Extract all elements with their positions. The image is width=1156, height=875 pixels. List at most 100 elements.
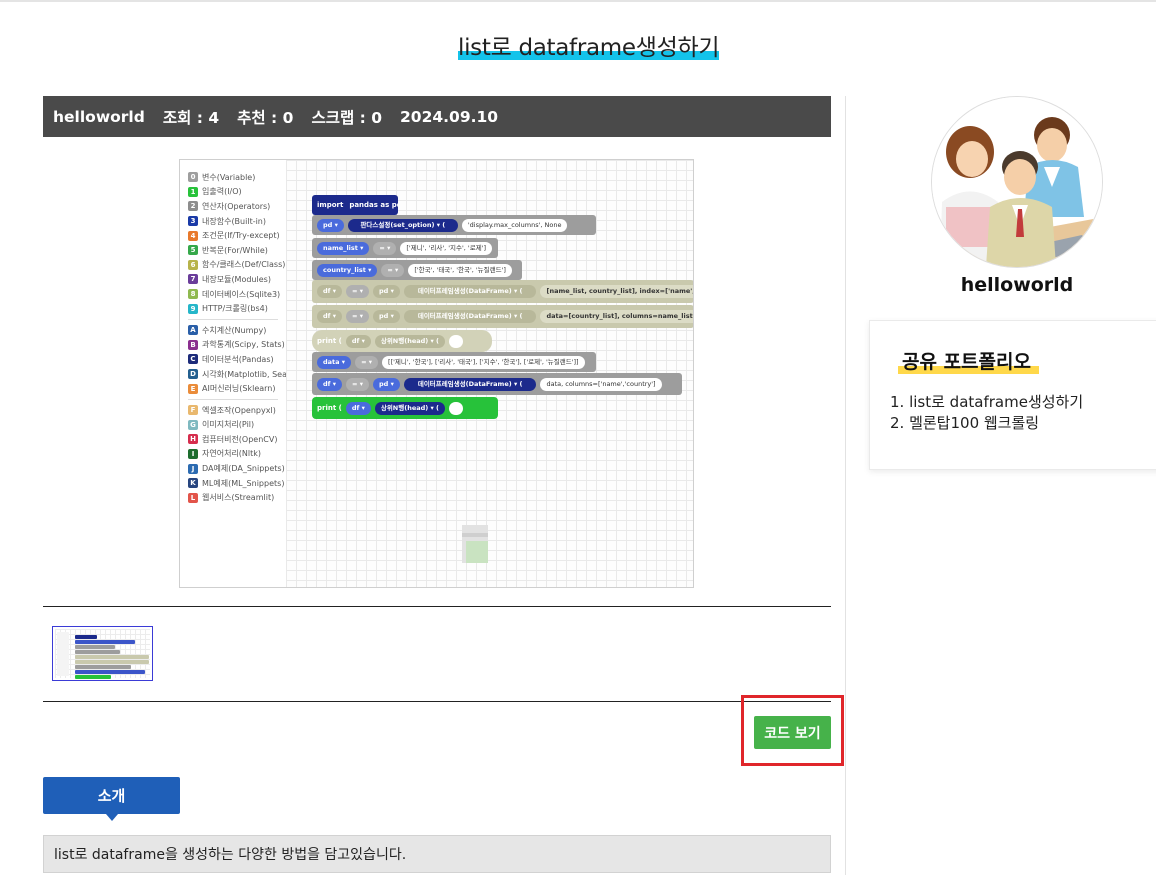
portfolio-title: 공유 포트폴리오 <box>898 347 1039 374</box>
block-category-item: 3 내장함수(Built-in) <box>188 214 286 229</box>
profile-username[interactable]: helloworld <box>931 274 1103 296</box>
intro-tab-pointer <box>106 814 118 821</box>
category-label: 함수/클래스(Def/Class) <box>202 260 286 270</box>
category-label: 엑셀조작(Openpyxl) <box>202 405 276 415</box>
divider-bottom <box>43 701 831 702</box>
block-print-disabled: print ( df ▾ 상위N행(head) ▾ ( <box>312 330 492 352</box>
category-badge-icon: D <box>188 369 198 380</box>
block-category-item: 6 함수/클래스(Def/Class) <box>188 258 286 273</box>
block-category-item: 7 내장모듈(Modules) <box>188 272 286 287</box>
image-thumbnail[interactable] <box>52 626 153 681</box>
category-label: 변수(Variable) <box>202 172 256 182</box>
category-badge-icon: I <box>188 448 198 459</box>
category-label: 내장함수(Built-in) <box>202 216 267 226</box>
category-badge-icon: J <box>188 463 198 474</box>
category-label: 컴퓨터비전(OpenCV) <box>202 434 278 444</box>
category-badge-icon: H <box>188 434 198 445</box>
column-divider <box>845 96 846 875</box>
category-label: 조건문(If/Try-except) <box>202 231 280 241</box>
divider-top <box>43 606 831 607</box>
block-category-item: J DA예제(DA_Snippets) <box>188 461 286 476</box>
intro-text: list로 dataframe을 생성하는 다양한 방법을 담고있습니다. <box>54 847 407 863</box>
category-label: 자연어처리(Nltk) <box>202 449 262 459</box>
category-label: 입출력(I/O) <box>202 187 242 197</box>
block-dataframe-1: df ▾ = ▾ pd ▾ 데이터프레임생성(DataFrame) ▾ ( [n… <box>312 280 693 303</box>
category-label: AI머신러닝(Sklearn) <box>202 384 276 394</box>
category-label: ML예제(ML_Snippets) <box>202 478 285 488</box>
post-likes: 추천 : 0 <box>237 108 294 127</box>
category-badge-icon: 5 <box>188 245 198 256</box>
category-badge-icon: B <box>188 339 198 350</box>
block-category-item: 5 반복문(For/While) <box>188 243 286 258</box>
category-badge-icon: A <box>188 325 198 336</box>
portfolio-item[interactable]: 1. list로 dataframe생성하기 <box>890 392 1083 413</box>
block-category-list: 0 변수(Variable) 1 입출력(I/O) 2 연산자(Operators) 3 내장… <box>180 160 308 587</box>
block-category-item: C 데이터분석(Pandas) <box>188 352 286 367</box>
post-column: helloworld 조회 : 4 추천 : 0 스크랩 : 0 2024.09… <box>43 96 831 137</box>
category-badge-icon: 8 <box>188 289 198 300</box>
intro-tab[interactable]: 소개 <box>43 777 180 821</box>
block-print: print ( df ▾ 상위N행(head) ▾ ( <box>312 397 498 419</box>
block-category-item: H 컴퓨터비전(OpenCV) <box>188 432 286 447</box>
category-badge-icon: 1 <box>188 186 198 197</box>
block-category-item: E AI머신러닝(Sklearn) <box>188 381 286 396</box>
category-badge-icon: 3 <box>188 216 198 227</box>
profile-avatar[interactable] <box>931 96 1103 268</box>
block-category-item: 4 조건문(If/Try-except) <box>188 228 286 243</box>
intro-text-box: list로 dataframe을 생성하는 다양한 방법을 담고있습니다. <box>43 835 831 873</box>
block-category-item: 1 입출력(I/O) <box>188 185 286 200</box>
category-label: HTTP/크롤링(bs4) <box>202 304 268 314</box>
block-category-item: D 시각화(Matplotlib, Seaborn) <box>188 367 308 382</box>
block-category-item: A 수치계산(Numpy) <box>188 323 286 338</box>
block-dataframe-3: df ▾ = ▾ pd ▾ 데이터프레임생성(DataFrame) ▾ ( da… <box>312 373 682 395</box>
block-category-item: G 이미지처리(Pil) <box>188 418 286 433</box>
post-author[interactable]: helloworld <box>53 108 145 126</box>
post-date: 2024.09.10 <box>400 107 499 126</box>
category-label: 연산자(Operators) <box>202 201 271 211</box>
category-label: 데이터분석(Pandas) <box>202 354 274 364</box>
category-badge-icon: 0 <box>188 172 198 183</box>
category-badge-icon: K <box>188 478 198 489</box>
category-badge-icon: C <box>188 354 198 365</box>
block-import: import pandas as pd ▾ <box>312 195 398 215</box>
block-data-list: data ▾ = ▾ [['제니', '한국'], ['리사', '태국'], … <box>312 352 596 372</box>
block-category-item: K ML예제(ML_Snippets) <box>188 476 286 491</box>
block-category-item: I 자연어처리(Nltk) <box>188 447 286 462</box>
block-code-image[interactable]: 0 변수(Variable) 1 입출력(I/O) 2 연산자(Operators) 3 내장… <box>179 159 694 588</box>
category-badge-icon: G <box>188 419 198 430</box>
portfolio-list: 1. list로 dataframe생성하기 2. 멜론탑100 웹크롤링 <box>890 392 1083 434</box>
category-label: DA예제(DA_Snippets) <box>202 464 285 474</box>
category-badge-icon: E <box>188 383 198 394</box>
category-label: 이미지처리(Pil) <box>202 420 255 430</box>
category-label: 반복문(For/While) <box>202 245 268 255</box>
block-category-item: 9 HTTP/크롤링(bs4) <box>188 301 286 316</box>
block-category-item: F 엑셀조작(Openpyxl) <box>188 403 286 418</box>
block-category-item: 2 연산자(Operators) <box>188 199 286 214</box>
category-separator <box>188 318 278 320</box>
category-badge-icon: 4 <box>188 230 198 241</box>
block-country-list: country_list ▾ = ▾ ['한국', '태국', '한국', '뉴… <box>312 260 522 280</box>
category-badge-icon: 7 <box>188 274 198 285</box>
portfolio-card: 공유 포트폴리오 1. list로 dataframe생성하기 2. 멜론탑10… <box>869 320 1156 470</box>
block-workspace: import pandas as pd ▾ pd ▾ 판다스설정(set_opt… <box>286 160 693 587</box>
category-badge-icon: 6 <box>188 259 198 270</box>
block-category-item: L 웹서비스(Streamlit) <box>188 490 286 505</box>
people-illustration-icon <box>932 97 1102 267</box>
workspace-trash-icon <box>462 525 488 563</box>
category-badge-icon: 9 <box>188 303 198 314</box>
block-name-list: name_list ▾ = ▾ ['제니', '리사', '지수', '로제'] <box>312 238 498 258</box>
category-label: 수치계산(Numpy) <box>202 325 267 335</box>
category-separator <box>188 398 278 400</box>
portfolio-item[interactable]: 2. 멜론탑100 웹크롤링 <box>890 413 1083 434</box>
category-badge-icon: 2 <box>188 201 198 212</box>
category-label: 내장모듈(Modules) <box>202 274 271 284</box>
category-label: 과학통계(Scipy, Stats) <box>202 340 285 350</box>
view-code-button[interactable]: 코드 보기 <box>754 716 831 749</box>
block-dataframe-2: df ▾ = ▾ pd ▾ 데이터프레임생성(DataFrame) ▾ ( da… <box>312 305 693 328</box>
top-border <box>0 0 1156 2</box>
block-set-option: pd ▾ 판다스설정(set_option) ▾ ( 'display.max_… <box>312 215 596 235</box>
block-category-item: 0 변수(Variable) <box>188 170 286 185</box>
block-category-item: B 과학통계(Scipy, Stats) <box>188 338 286 353</box>
category-badge-icon: L <box>188 492 198 503</box>
post-scraps: 스크랩 : 0 <box>311 108 382 127</box>
